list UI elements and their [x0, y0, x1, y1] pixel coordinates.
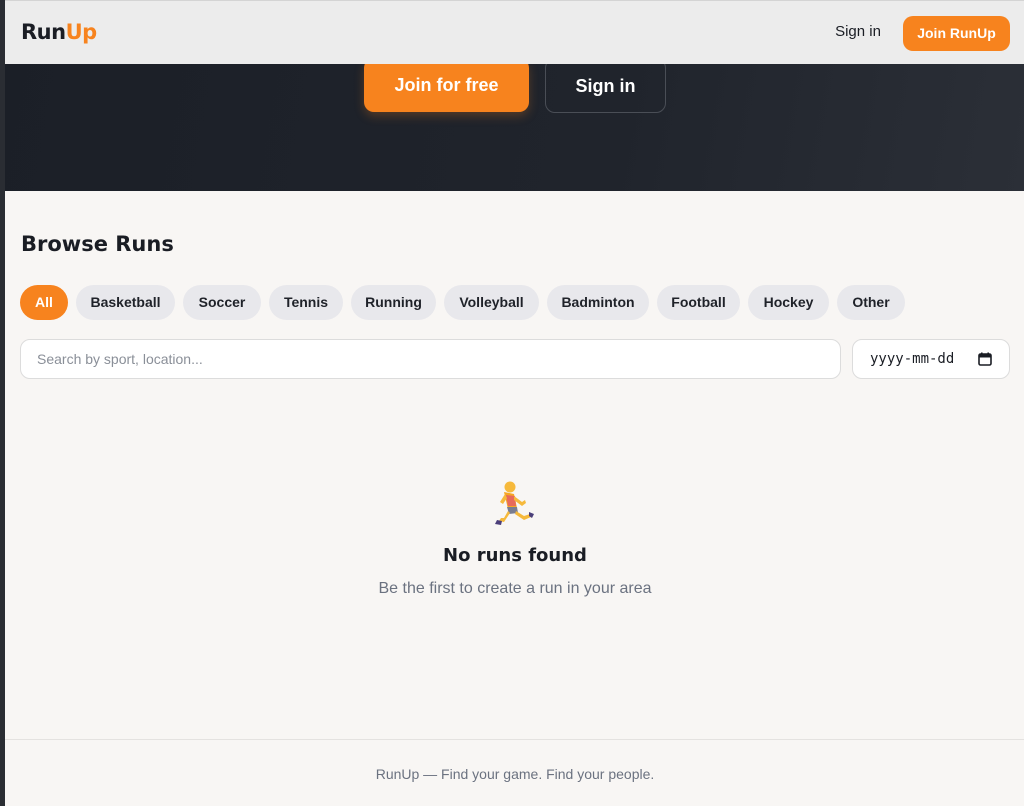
- empty-state-subtitle: Be the first to create a run in your are…: [378, 580, 652, 597]
- hero-sign-in-button[interactable]: Sign in: [545, 58, 666, 113]
- date-placeholder: yyyy-mm-dd: [870, 351, 955, 367]
- calendar-icon[interactable]: [978, 352, 992, 366]
- filter-chip-volleyball[interactable]: Volleyball: [444, 285, 539, 320]
- filter-chip-running[interactable]: Running: [351, 285, 436, 320]
- logo-run: Run: [21, 20, 66, 44]
- search-input[interactable]: [20, 339, 841, 379]
- empty-state-title: No runs found: [443, 545, 587, 566]
- nav-sign-in-link[interactable]: Sign in: [813, 15, 903, 49]
- filter-chip-other[interactable]: Other: [837, 285, 905, 320]
- window-edge: [0, 0, 5, 806]
- join-runup-button[interactable]: Join RunUp: [903, 16, 1010, 51]
- logo-up: Up: [65, 20, 98, 44]
- footer-tagline: RunUp — Find your game. Find your people…: [375, 766, 655, 782]
- runner-icon: [495, 481, 534, 525]
- filter-chip-badminton[interactable]: Badminton: [547, 285, 649, 320]
- top-navbar: RunUp Sign in Join RunUp: [5, 0, 1024, 64]
- footer-divider: [5, 739, 1024, 740]
- filter-chip-basketball[interactable]: Basketball: [76, 285, 175, 320]
- logo[interactable]: RunUp: [21, 20, 97, 44]
- filter-chip-football[interactable]: Football: [657, 285, 740, 320]
- filter-chip-all[interactable]: All: [20, 285, 68, 320]
- filter-chip-hockey[interactable]: Hockey: [748, 285, 829, 320]
- join-for-free-button[interactable]: Join for free: [364, 58, 529, 112]
- date-picker-input[interactable]: yyyy-mm-dd: [852, 339, 1010, 379]
- filter-chip-tennis[interactable]: Tennis: [269, 285, 343, 320]
- browse-runs-heading: Browse Runs: [21, 232, 174, 256]
- filter-chip-soccer[interactable]: Soccer: [183, 285, 261, 320]
